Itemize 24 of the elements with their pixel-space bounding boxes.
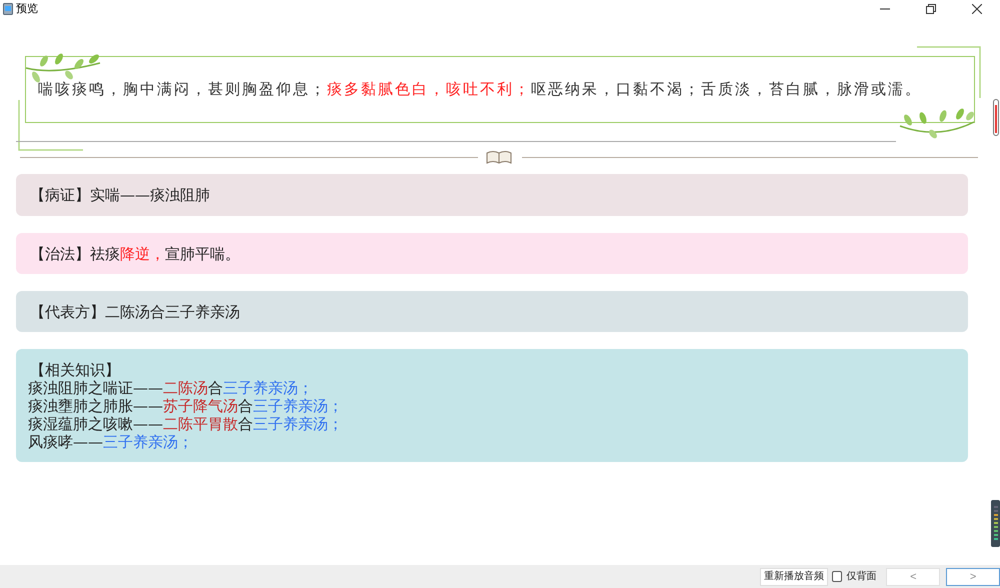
restore-icon — [926, 4, 936, 14]
close-icon — [972, 4, 982, 14]
replay-audio-button[interactable]: 重新播放音频 — [760, 568, 828, 586]
scrollbar-thumb[interactable] — [993, 99, 999, 136]
next-button[interactable]: > — [946, 568, 1000, 586]
knowledge-line: 痰浊壅肺之肺胀——苏子降气汤合三子养亲汤； — [28, 397, 344, 415]
knowledge-line: 痰浊阻肺之喘证——二陈汤合三子养亲汤； — [28, 379, 314, 397]
knowledge-line: 风痰哮——三子养亲汤； — [28, 433, 194, 451]
knowledge-line: 【相关知识】 — [29, 361, 121, 379]
minimize-icon — [880, 8, 890, 10]
corner-frame-lines — [18, 100, 83, 152]
formula-text: 【代表方】二陈汤合三子养亲汤 — [30, 302, 241, 320]
book-icon — [486, 150, 512, 164]
knowledge-line: 痰湿蕴肺之咳嗽——二陈平胃散合三子养亲汤； — [28, 415, 344, 433]
window-title: 预览 — [16, 2, 38, 17]
corner-frame-lines — [917, 46, 981, 98]
method-text: 【治法】祛痰降逆，宣肺平喘。 — [30, 244, 241, 262]
previous-button[interactable]: < — [886, 568, 940, 586]
syndrome-text: 【病证】实喘——痰浊阻肺 — [30, 186, 211, 204]
back-only-label: 仅背面 — [846, 570, 876, 584]
symptom-text: 喘咳痰鸣，胸中满闷，甚则胸盈仰息；痰多黏腻色白，咳吐不利；呕恶纳呆，口黏不渴；舌质淡，苔白腻，脉滑或濡。 — [38, 79, 922, 100]
app-icon — [3, 3, 13, 15]
checkbox[interactable] — [832, 571, 842, 582]
audio-level-meter — [991, 500, 1000, 547]
